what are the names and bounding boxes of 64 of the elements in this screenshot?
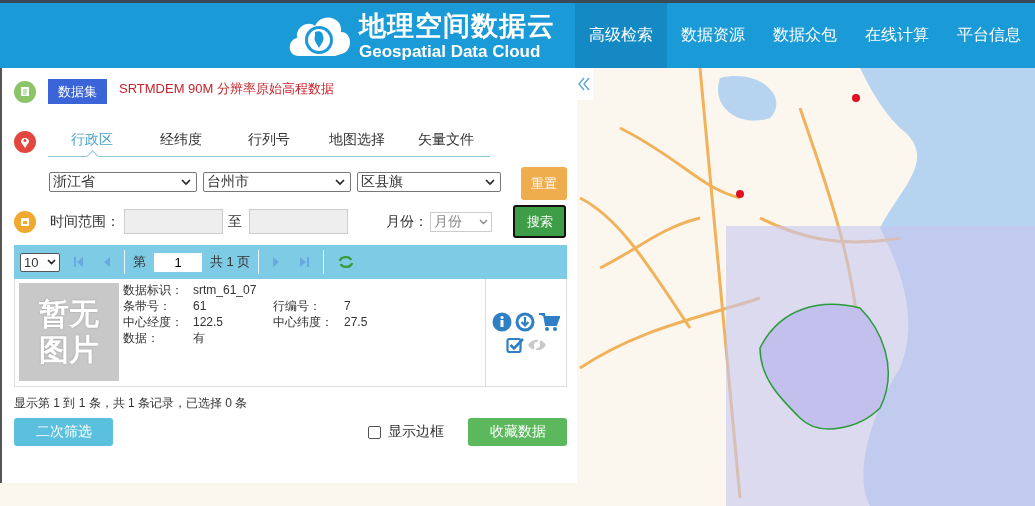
nav-link[interactable]: 平台信息 xyxy=(943,3,1035,68)
refresh-icon[interactable] xyxy=(337,255,356,269)
info-icon[interactable] xyxy=(492,311,512,332)
region-tab[interactable]: 地图选择 xyxy=(313,126,402,156)
field-label: 中心纬度： xyxy=(273,314,334,330)
field-value: 27.5 xyxy=(344,314,369,330)
previous-page-icon[interactable] xyxy=(103,256,111,268)
refine-filter-button[interactable]: 二次筛选 xyxy=(14,418,113,446)
field-value: 122.5 xyxy=(193,314,225,330)
nav-link[interactable]: 高级检索 xyxy=(575,3,667,68)
region-tab[interactable]: 行政区 xyxy=(48,126,137,156)
search-button[interactable]: 搜索 xyxy=(513,205,566,238)
month-label: 月份： xyxy=(386,212,428,231)
field-label: 行编号： xyxy=(273,298,322,314)
range-separator: 至 xyxy=(228,212,242,231)
page-number-field[interactable]: 1 xyxy=(154,252,202,272)
field-label: 中心经度： xyxy=(123,314,184,330)
save-data-button[interactable]: 收藏数据 xyxy=(468,418,567,446)
time-range-label: 时间范围： xyxy=(50,212,120,231)
first-page-icon[interactable] xyxy=(73,256,85,268)
chevron-down-icon xyxy=(47,259,56,265)
dataset-name: SRTMDEM 90M 分辨率原始高程数据 xyxy=(119,79,334,98)
show-border-checkbox[interactable] xyxy=(368,425,381,439)
logo-title: 地理空间数据云 xyxy=(359,9,555,42)
chevron-down-icon xyxy=(335,178,345,186)
field-value: srtm_61_07 xyxy=(193,282,258,298)
show-border-label: 显示边框 xyxy=(388,423,444,441)
next-page-icon[interactable] xyxy=(272,256,281,268)
dataset-tag: 数据集 xyxy=(48,79,107,104)
field-value: 7 xyxy=(344,298,352,314)
region-tab[interactable]: 经纬度 xyxy=(136,126,225,156)
chevron-down-icon xyxy=(181,178,191,186)
end-date-field[interactable] xyxy=(249,209,348,234)
checkbox-check-icon[interactable] xyxy=(505,335,524,354)
region-dropdown[interactable]: 浙江省 xyxy=(49,172,197,192)
record-summary: 显示第 1 到 1 条，共 1 条记录，已选择 0 条 xyxy=(14,395,249,412)
region-tab[interactable]: 矢量文件 xyxy=(401,126,491,156)
field-value: 61 xyxy=(193,298,208,314)
start-date-field[interactable] xyxy=(124,209,223,234)
download-icon[interactable] xyxy=(515,311,535,332)
field-value: 有 xyxy=(193,330,206,346)
page-size-dropdown[interactable]: 10 xyxy=(20,252,60,272)
field-label: 条带号： xyxy=(123,298,172,314)
nav-link[interactable]: 在线计算 xyxy=(851,3,943,68)
nav-link[interactable]: 数据资源 xyxy=(667,3,759,68)
calendar-icon xyxy=(14,210,36,233)
double-chevron-left-icon xyxy=(578,77,590,91)
cart-icon[interactable] xyxy=(538,311,560,332)
region-dropdown[interactable]: 台州市 xyxy=(203,172,351,192)
nav-link[interactable]: 数据众包 xyxy=(759,3,851,68)
field-label: 数据： xyxy=(123,330,160,346)
region-tab[interactable]: 行列号 xyxy=(224,126,314,156)
logo-subtitle: Geospatial Data Cloud xyxy=(359,41,542,62)
chevron-down-icon xyxy=(479,218,488,225)
chevron-down-icon xyxy=(485,178,495,186)
last-page-icon[interactable] xyxy=(298,256,311,268)
region-dropdown[interactable]: 区县旗 xyxy=(357,172,501,192)
month-dropdown[interactable]: 月份 xyxy=(430,211,492,232)
page-prefix: 第 xyxy=(133,253,146,271)
field-label: 数据标识： xyxy=(123,282,184,298)
reset-button[interactable]: 重置 xyxy=(521,167,567,200)
page-count: 共 1 页 xyxy=(210,253,251,271)
location-pin-icon xyxy=(14,130,36,153)
document-icon xyxy=(14,80,36,103)
